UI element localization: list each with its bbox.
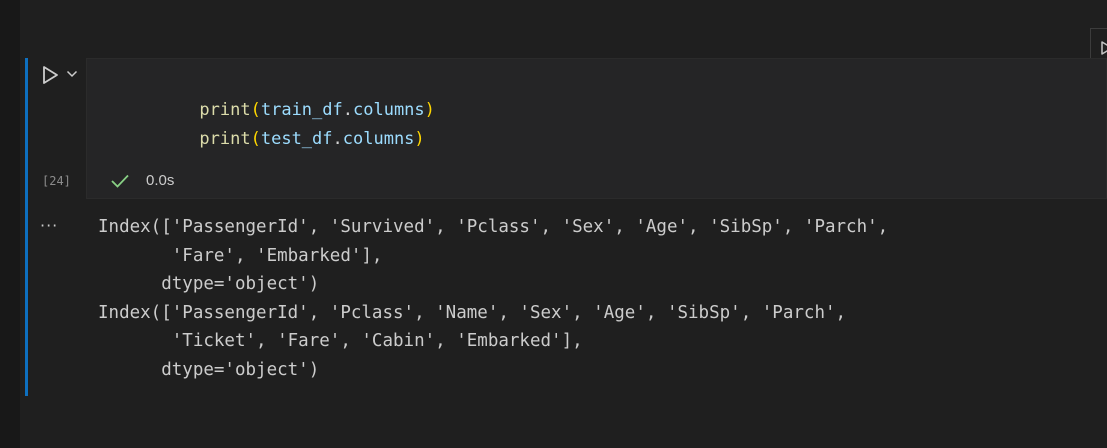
- cell-output: Index(['PassengerId', 'Survived', 'Pclas…: [98, 213, 888, 385]
- output-line: 'Fare', 'Embarked'],: [98, 245, 383, 266]
- cell-focus-indicator: [25, 58, 28, 396]
- run-cell-button[interactable]: [38, 63, 62, 87]
- output-more-actions-button[interactable]: ···: [40, 216, 58, 235]
- code-token-attribute: columns: [342, 129, 415, 149]
- execution-time: 0.0s: [146, 172, 175, 189]
- chevron-down-icon: [66, 70, 78, 78]
- notebook-page: [24] print(train_df.columns) print(test_…: [0, 0, 1107, 448]
- code-token-function: print: [199, 129, 251, 149]
- code-token-paren: ): [424, 100, 435, 120]
- checkmark-icon: [111, 174, 129, 188]
- output-line: Index(['PassengerId', 'Pclass', 'Name', …: [98, 302, 847, 323]
- code-token-dot: .: [332, 129, 343, 149]
- play-small-icon: [1101, 41, 1107, 55]
- code-cell-editor[interactable]: print(train_df.columns) print(test_df.co…: [86, 58, 1107, 199]
- code-token-paren: (: [250, 129, 261, 149]
- code-token-variable: test_df: [260, 129, 333, 149]
- left-gutter: [0, 0, 20, 448]
- output-line: dtype='object'): [98, 359, 320, 380]
- output-line: dtype='object'): [98, 274, 320, 295]
- execution-count: [24]: [42, 174, 71, 188]
- code-token-paren: ): [414, 129, 425, 149]
- code-line[interactable]: print(test_df.columns): [138, 109, 425, 169]
- output-line: 'Ticket', 'Fare', 'Cabin', 'Embarked'],: [98, 331, 583, 352]
- execution-status: 0.0s: [110, 172, 174, 189]
- output-line: Index(['PassengerId', 'Survived', 'Pclas…: [98, 217, 889, 237]
- run-options-dropdown[interactable]: [64, 66, 80, 82]
- play-icon: [43, 66, 58, 84]
